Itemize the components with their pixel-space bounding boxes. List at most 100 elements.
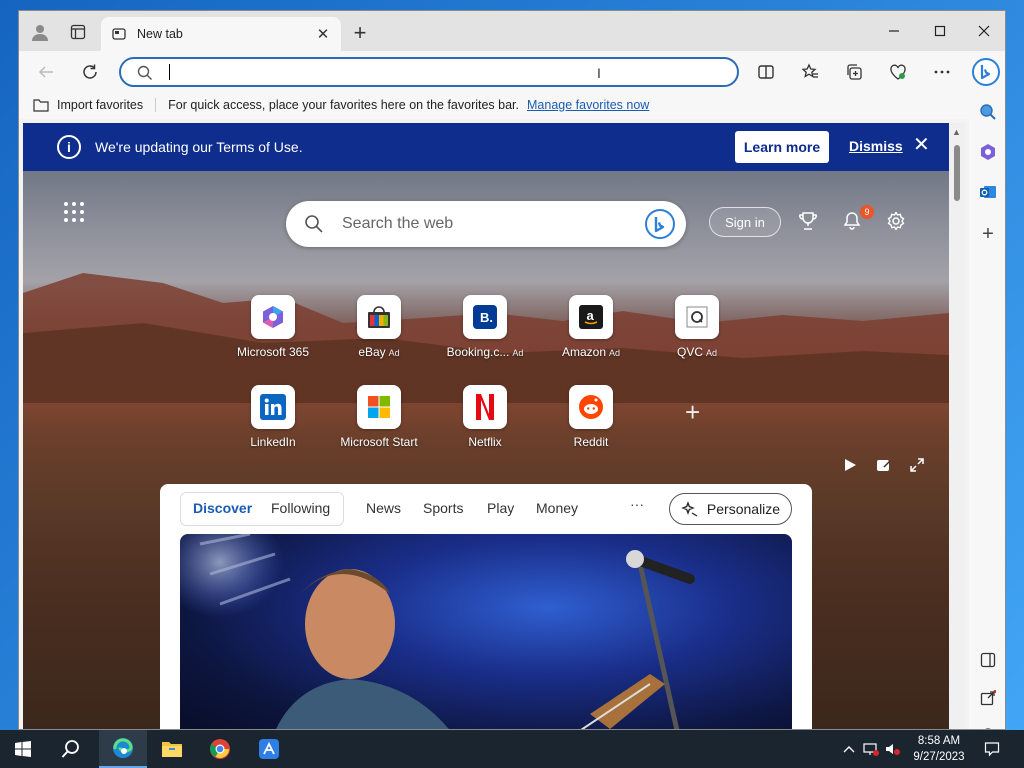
more-tabs-button[interactable]: ··· — [630, 496, 644, 512]
bing-copilot-icon[interactable] — [971, 57, 1001, 87]
ebay-shopping-bag-icon — [357, 295, 401, 339]
play-background-video-icon[interactable] — [840, 455, 860, 475]
personalize-button[interactable]: Personalize — [669, 493, 792, 525]
amazon-logo-icon: a — [569, 295, 613, 339]
personalize-label: Personalize — [706, 501, 781, 517]
favorites-star-icon[interactable] — [797, 59, 823, 85]
text-caret — [169, 64, 170, 80]
tile-linkedin[interactable]: LinkedIn — [218, 385, 328, 465]
sidebar-add-icon[interactable]: + — [975, 221, 1001, 247]
sidebar-search-icon[interactable] — [975, 99, 1001, 125]
refresh-icon[interactable] — [77, 59, 103, 85]
linkedin-logo-icon — [251, 385, 295, 429]
terms-update-banner: i We're updating our Terms of Use. Learn… — [23, 123, 949, 171]
network-icon[interactable] — [862, 740, 880, 758]
dismiss-link[interactable]: Dismiss — [849, 138, 903, 154]
banner-close-icon[interactable]: ✕ — [913, 135, 930, 155]
learn-more-button[interactable]: Learn more — [735, 131, 829, 163]
page-scrollbar[interactable]: ▲ — [949, 123, 965, 729]
close-window-icon[interactable] — [961, 17, 1005, 45]
expand-background-icon[interactable] — [907, 455, 927, 475]
import-favorites-button[interactable]: Import favorites — [33, 98, 157, 112]
tile-label: Microsoft 365 — [236, 345, 310, 359]
taskbar-file-explorer-icon[interactable] — [149, 730, 195, 768]
minimize-icon[interactable] — [871, 17, 917, 45]
volume-muted-icon[interactable] — [884, 740, 902, 758]
bing-chat-icon[interactable] — [644, 208, 676, 240]
tile-label: Microsoft Start — [340, 435, 418, 449]
tile-amazon[interactable]: a Amazon Ad — [536, 295, 646, 375]
back-arrow-icon[interactable] — [33, 59, 59, 85]
tab-news[interactable]: News — [366, 500, 401, 516]
featured-story-image[interactable] — [180, 534, 792, 729]
notifications-center-icon[interactable] — [983, 740, 1001, 758]
address-input[interactable] — [167, 62, 707, 82]
tile-reddit[interactable]: Reddit — [536, 385, 646, 465]
split-screen-icon[interactable] — [753, 59, 779, 85]
tab-play[interactable]: Play — [487, 500, 514, 516]
taskbar-clock[interactable]: 8:58 AM 9/27/2023 — [906, 733, 972, 765]
tab-discover[interactable]: Discover — [193, 500, 252, 516]
sidebar-toggle-panel-icon[interactable] — [975, 647, 1001, 673]
close-tab-icon[interactable]: ✕ — [315, 26, 331, 43]
browser-essentials-heart-icon[interactable] — [885, 59, 911, 85]
tile-label: QVC — [676, 345, 703, 359]
newtab-favicon-icon — [111, 26, 127, 42]
sidebar-m365-icon[interactable] — [975, 139, 1001, 165]
maximize-icon[interactable] — [917, 17, 963, 45]
tile-microsoft-start[interactable]: Microsoft Start — [324, 385, 434, 465]
scrollbar-thumb[interactable] — [954, 145, 960, 201]
page-settings-gear-icon[interactable] — [884, 209, 908, 233]
taskbar-edge-icon[interactable] — [99, 730, 147, 768]
microsoft-365-icon — [251, 295, 295, 339]
more-options-icon[interactable] — [929, 59, 955, 85]
taskbar-search-icon[interactable] — [48, 730, 94, 768]
ad-label: Ad — [512, 348, 524, 358]
search-icon — [137, 65, 153, 81]
edit-background-icon[interactable] — [874, 455, 894, 475]
address-bar[interactable]: I — [119, 57, 739, 87]
start-windows-icon[interactable] — [0, 730, 46, 768]
add-shortcut-plus-icon[interactable]: + — [685, 399, 700, 425]
tile-microsoft-365[interactable]: Microsoft 365 — [218, 295, 328, 375]
tile-label: Booking.c... — [446, 345, 510, 359]
mouse-ibeam-cursor-icon: I — [597, 65, 601, 81]
svg-text:a: a — [587, 308, 595, 323]
tab-actions-icon[interactable] — [67, 21, 89, 43]
netflix-logo-icon — [463, 385, 507, 429]
taskbar-app-icon[interactable] — [246, 730, 292, 768]
import-folder-icon — [33, 99, 49, 112]
right-sidebar: + — [969, 91, 1005, 729]
tab-following[interactable]: Following — [271, 500, 330, 516]
tile-booking[interactable]: B. Booking.c... Ad — [430, 295, 540, 375]
profile-icon[interactable] — [29, 21, 51, 43]
news-feed: Discover Following News Sports Play Mone… — [160, 484, 812, 729]
sign-in-button[interactable]: Sign in — [709, 207, 781, 237]
tab-money[interactable]: Money — [536, 500, 578, 516]
tab-sports[interactable]: Sports — [423, 500, 463, 516]
tile-netflix[interactable]: Netflix — [430, 385, 540, 465]
ad-label: Ad — [706, 348, 718, 358]
ad-label: Ad — [388, 348, 400, 358]
clock-date: 9/27/2023 — [913, 751, 965, 763]
tile-qvc[interactable]: QVC Ad — [642, 295, 752, 375]
tile-label: LinkedIn — [250, 435, 296, 449]
manage-favorites-link[interactable]: Manage favorites now — [527, 98, 649, 112]
tile-ebay[interactable]: eBay Ad — [324, 295, 434, 375]
svg-text:B.: B. — [480, 310, 493, 325]
scroll-up-arrow-icon[interactable]: ▲ — [952, 127, 961, 137]
taskbar-chrome-icon[interactable] — [197, 730, 243, 768]
collections-icon[interactable] — [841, 59, 867, 85]
tile-label: Reddit — [573, 435, 609, 449]
show-hidden-icons-chevron-icon[interactable] — [840, 740, 858, 758]
tab-title: New tab — [137, 27, 183, 41]
app-launcher-grid-icon[interactable] — [63, 201, 85, 223]
web-search-box[interactable]: Search the web — [286, 201, 686, 247]
sidebar-external-link-icon[interactable] — [975, 685, 1001, 711]
sidebar-outlook-icon[interactable] — [975, 179, 1001, 205]
tab-new-tab[interactable]: New tab ✕ — [101, 17, 341, 51]
new-tab-plus-icon[interactable]: + — [349, 22, 371, 44]
rewards-trophy-icon[interactable] — [796, 209, 820, 233]
sidebar-settings-icon[interactable] — [975, 721, 1001, 729]
notification-count-badge: 9 — [860, 205, 874, 219]
